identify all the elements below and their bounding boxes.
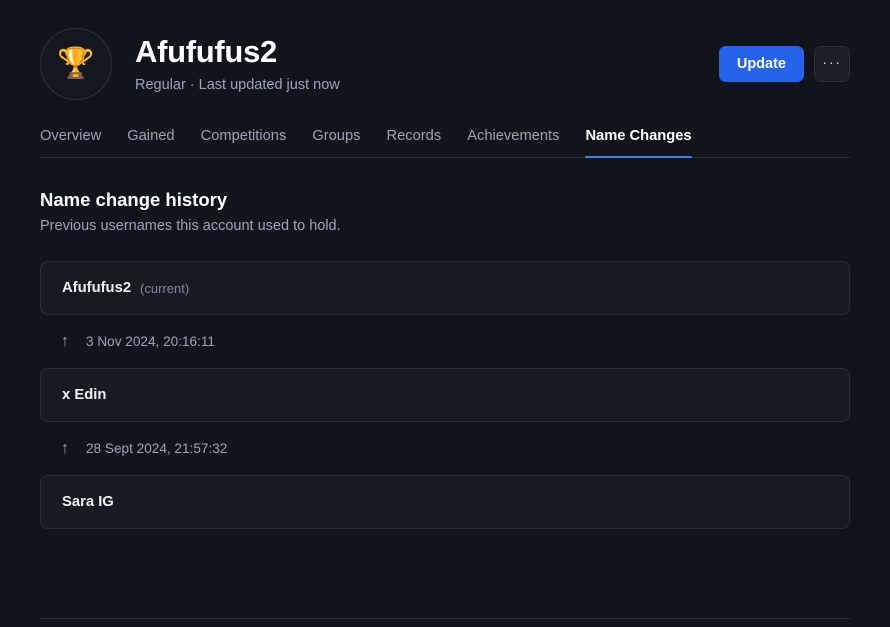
trophy-icon: 🏆	[57, 47, 95, 80]
tab-overview[interactable]: Overview	[40, 128, 101, 157]
ellipsis-icon: ···	[822, 53, 842, 71]
update-button[interactable]: Update	[718, 46, 804, 82]
tab-records[interactable]: Records	[386, 128, 441, 157]
page-title: Afufufus2	[135, 33, 277, 69]
name-value: Sara IG	[62, 494, 114, 511]
name-change-transition: ↑ 3 Nov 2024, 20:16:11	[40, 315, 850, 368]
name-value: x Edin	[62, 387, 107, 404]
profile-header: 🏆 Afufufus2 Regular · Last updated just …	[40, 0, 850, 100]
tab-groups[interactable]: Groups	[312, 128, 360, 157]
current-badge: (current)	[140, 280, 190, 296]
footer-divider	[40, 618, 850, 619]
arrow-up-icon: ↑	[61, 332, 69, 350]
section-header: Name change history Previous usernames t…	[40, 189, 850, 234]
header-actions: Update ···	[718, 46, 850, 82]
tab-name-changes[interactable]: Name Changes	[585, 128, 692, 158]
transition-timestamp: 28 Sept 2024, 21:57:32	[86, 441, 228, 457]
tab-gained[interactable]: Gained	[127, 128, 174, 157]
tab-competitions[interactable]: Competitions	[201, 128, 287, 157]
list-item[interactable]: x Edin	[40, 368, 850, 423]
transition-timestamp: 3 Nov 2024, 20:16:11	[86, 334, 215, 350]
profile-subtitle: Regular · Last updated just now	[135, 76, 340, 93]
name-value: Afufufus2	[62, 280, 132, 297]
section-description: Previous usernames this account used to …	[40, 218, 341, 235]
profile-identity: Afufufus2 Regular · Last updated just no…	[135, 34, 340, 94]
section-title: Name change history	[40, 189, 228, 210]
list-item[interactable]: Sara IG	[40, 475, 850, 530]
name-change-transition: ↑ 28 Sept 2024, 21:57:32	[40, 422, 850, 475]
profile-tabs: Overview Gained Competitions Groups Reco…	[40, 114, 850, 158]
avatar: 🏆	[40, 28, 112, 100]
tab-achievements[interactable]: Achievements	[467, 128, 559, 157]
profile-page: 🏆 Afufufus2 Regular · Last updated just …	[0, 0, 890, 627]
arrow-up-icon: ↑	[61, 439, 69, 457]
list-item[interactable]: Afufufus2 (current)	[40, 261, 850, 316]
more-options-button[interactable]: ···	[814, 46, 850, 82]
name-change-history: Afufufus2 (current) ↑ 3 Nov 2024, 20:16:…	[40, 261, 850, 530]
